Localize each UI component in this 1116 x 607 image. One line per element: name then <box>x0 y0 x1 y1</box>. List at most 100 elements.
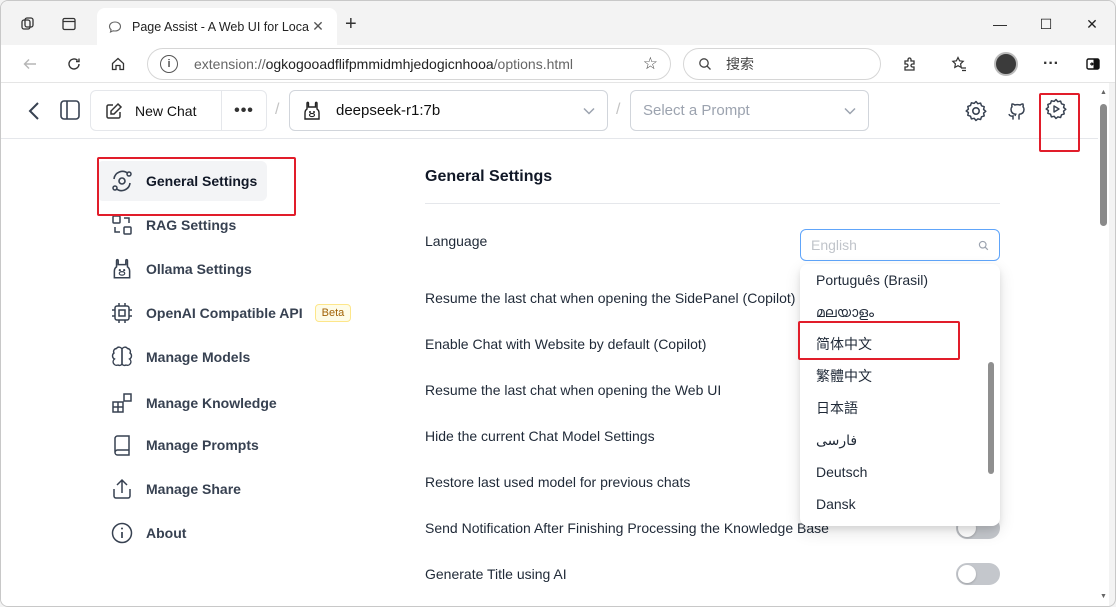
sidebar-item-general-settings[interactable]: General Settings <box>97 161 267 201</box>
prompt-select[interactable]: Select a Prompt <box>630 90 869 131</box>
language-option[interactable]: Dansk <box>800 488 1000 520</box>
search-icon <box>698 57 712 71</box>
sidebar-item-manage-prompts[interactable]: Manage Prompts <box>97 425 353 465</box>
generate-title-toggle[interactable] <box>956 563 1000 585</box>
sidebar-item-label: OpenAI Compatible API <box>146 305 303 321</box>
language-option[interactable]: 繁體中文 <box>800 360 1000 392</box>
github-icon[interactable] <box>1003 98 1029 124</box>
reload-icon[interactable] <box>61 51 87 77</box>
sidebar-toggle-icon[interactable] <box>1080 51 1106 77</box>
sidebar-item-label: Manage Share <box>146 481 241 497</box>
sidebar-item-openai-compatible-api[interactable]: OpenAI Compatible API Beta <box>97 293 353 333</box>
browser-tab[interactable]: Page Assist - A Web UI for Local A ✕ <box>97 8 337 45</box>
sidebar-item-label: Ollama Settings <box>146 261 252 277</box>
profile-avatar[interactable] <box>994 52 1018 76</box>
back-chevron-icon[interactable] <box>23 99 45 123</box>
app-header: New Chat ••• / deepseek-r1:7b / Select a… <box>1 83 1109 139</box>
home-icon[interactable] <box>105 51 131 77</box>
language-option[interactable]: Deutsch <box>800 456 1000 488</box>
settings-gear-icon[interactable] <box>963 98 989 124</box>
info-icon <box>110 521 134 545</box>
setting-label: Send Notification After Finishing Proces… <box>425 520 829 536</box>
sidebar-item-label: Manage Prompts <box>146 437 259 453</box>
model-select[interactable]: deepseek-r1:7b <box>289 90 608 131</box>
beta-badge: Beta <box>314 304 352 322</box>
sidebar-item-manage-knowledge[interactable]: Manage Knowledge <box>97 383 353 423</box>
share-icon <box>110 477 134 501</box>
sidebar-item-about[interactable]: About <box>97 513 353 553</box>
language-option[interactable]: മലയാളം <box>800 296 1000 328</box>
new-chat-label: New Chat <box>135 102 197 119</box>
workspaces-icon[interactable] <box>15 11 41 37</box>
language-label: Language <box>425 233 488 249</box>
close-window-button[interactable]: ✕ <box>1069 11 1115 37</box>
sidebar-item-label: Manage Models <box>146 349 251 365</box>
language-option[interactable]: 简体中文 <box>800 328 1000 360</box>
back-arrow-icon[interactable] <box>17 51 43 77</box>
language-option[interactable]: 日本語 <box>800 392 1000 424</box>
book-icon <box>110 433 134 457</box>
search-box[interactable]: 搜索 <box>683 48 881 80</box>
sidebar-item-label: General Settings <box>146 173 258 189</box>
chevron-down-icon <box>844 107 856 115</box>
language-dropdown: Português (Brasil) മലയാളം 简体中文 繁體中文 日本語 … <box>800 264 1000 526</box>
setting-label: Resume the last chat when opening the Si… <box>425 290 796 306</box>
model-select-value: deepseek-r1:7b <box>336 102 441 119</box>
tab-bar: Page Assist - A Web UI for Local A ✕ + —… <box>1 1 1115 45</box>
site-info-icon[interactable]: i <box>160 55 178 73</box>
tab-actions-icon[interactable] <box>56 11 82 37</box>
sidebar-item-label: Manage Knowledge <box>146 395 277 411</box>
chevron-down-icon <box>583 107 595 115</box>
search-icon <box>978 240 989 251</box>
browser-window: Page Assist - A Web UI for Local A ✕ + —… <box>0 0 1116 607</box>
scroll-down-arrow-icon[interactable]: ▼ <box>1100 593 1107 600</box>
setting-label: Enable Chat with Website by default (Cop… <box>425 336 707 352</box>
language-search-input[interactable]: English <box>800 229 1000 261</box>
extensions-icon[interactable] <box>897 51 923 77</box>
more-menu-icon[interactable]: ··· <box>1038 51 1064 77</box>
edit-icon <box>105 102 123 120</box>
new-chat-group: New Chat ••• <box>90 90 267 131</box>
favorite-star-icon[interactable]: ☆ <box>643 54 658 74</box>
favorites-icon[interactable] <box>946 51 972 77</box>
address-toolbar: i extension://ogkogooadflifpmmidmhjedogi… <box>1 45 1115 83</box>
tab-close-icon[interactable]: ✕ <box>309 18 327 35</box>
chip-icon <box>110 301 134 325</box>
chat-bubble-icon <box>107 19 123 35</box>
url-bar[interactable]: i extension://ogkogooadflifpmmidmhjedogi… <box>147 48 671 80</box>
prompt-select-placeholder: Select a Prompt <box>643 102 750 119</box>
language-option[interactable]: فارسی <box>800 424 1000 456</box>
llama-icon <box>302 100 324 122</box>
page-scrollbar-thumb[interactable] <box>1100 104 1107 226</box>
page-title: General Settings <box>425 168 553 185</box>
page-assist-app: New Chat ••• / deepseek-r1:7b / Select a… <box>1 83 1109 606</box>
new-chat-button[interactable]: New Chat <box>91 91 222 130</box>
sidebar-item-label: About <box>146 525 187 541</box>
sidebar-item-rag-settings[interactable]: RAG Settings <box>97 205 353 245</box>
llama-icon <box>110 257 134 281</box>
sidebar-item-manage-models[interactable]: Manage Models <box>97 337 353 377</box>
language-option[interactable]: Português (Brasil) <box>800 264 1000 296</box>
blocks-icon <box>110 391 134 415</box>
setting-label: Restore last used model for previous cha… <box>425 474 691 490</box>
toggle-knob <box>958 565 976 583</box>
dropdown-scrollbar[interactable] <box>988 362 994 474</box>
sidebar-item-manage-share[interactable]: Manage Share <box>97 469 353 509</box>
maximize-button[interactable]: ☐ <box>1023 11 1069 37</box>
divider <box>425 203 1000 204</box>
scroll-up-arrow-icon[interactable]: ▲ <box>1100 89 1107 96</box>
orbit-icon <box>110 169 134 193</box>
minimize-button[interactable]: — <box>977 11 1023 37</box>
brain-icon <box>110 345 134 369</box>
setting-label: Hide the current Chat Model Settings <box>425 428 655 444</box>
sidebar-panel-icon[interactable] <box>58 98 82 122</box>
options-gear-icon[interactable] <box>1043 96 1069 122</box>
tab-title: Page Assist - A Web UI for Local A <box>132 19 309 34</box>
more-options-button[interactable]: ••• <box>222 102 266 120</box>
new-tab-button[interactable]: + <box>345 13 357 36</box>
rag-icon <box>110 213 134 237</box>
search-placeholder: 搜索 <box>726 56 754 72</box>
setting-label: Generate Title using AI <box>425 566 567 582</box>
separator: / <box>616 101 621 118</box>
sidebar-item-ollama-settings[interactable]: Ollama Settings <box>97 249 353 289</box>
